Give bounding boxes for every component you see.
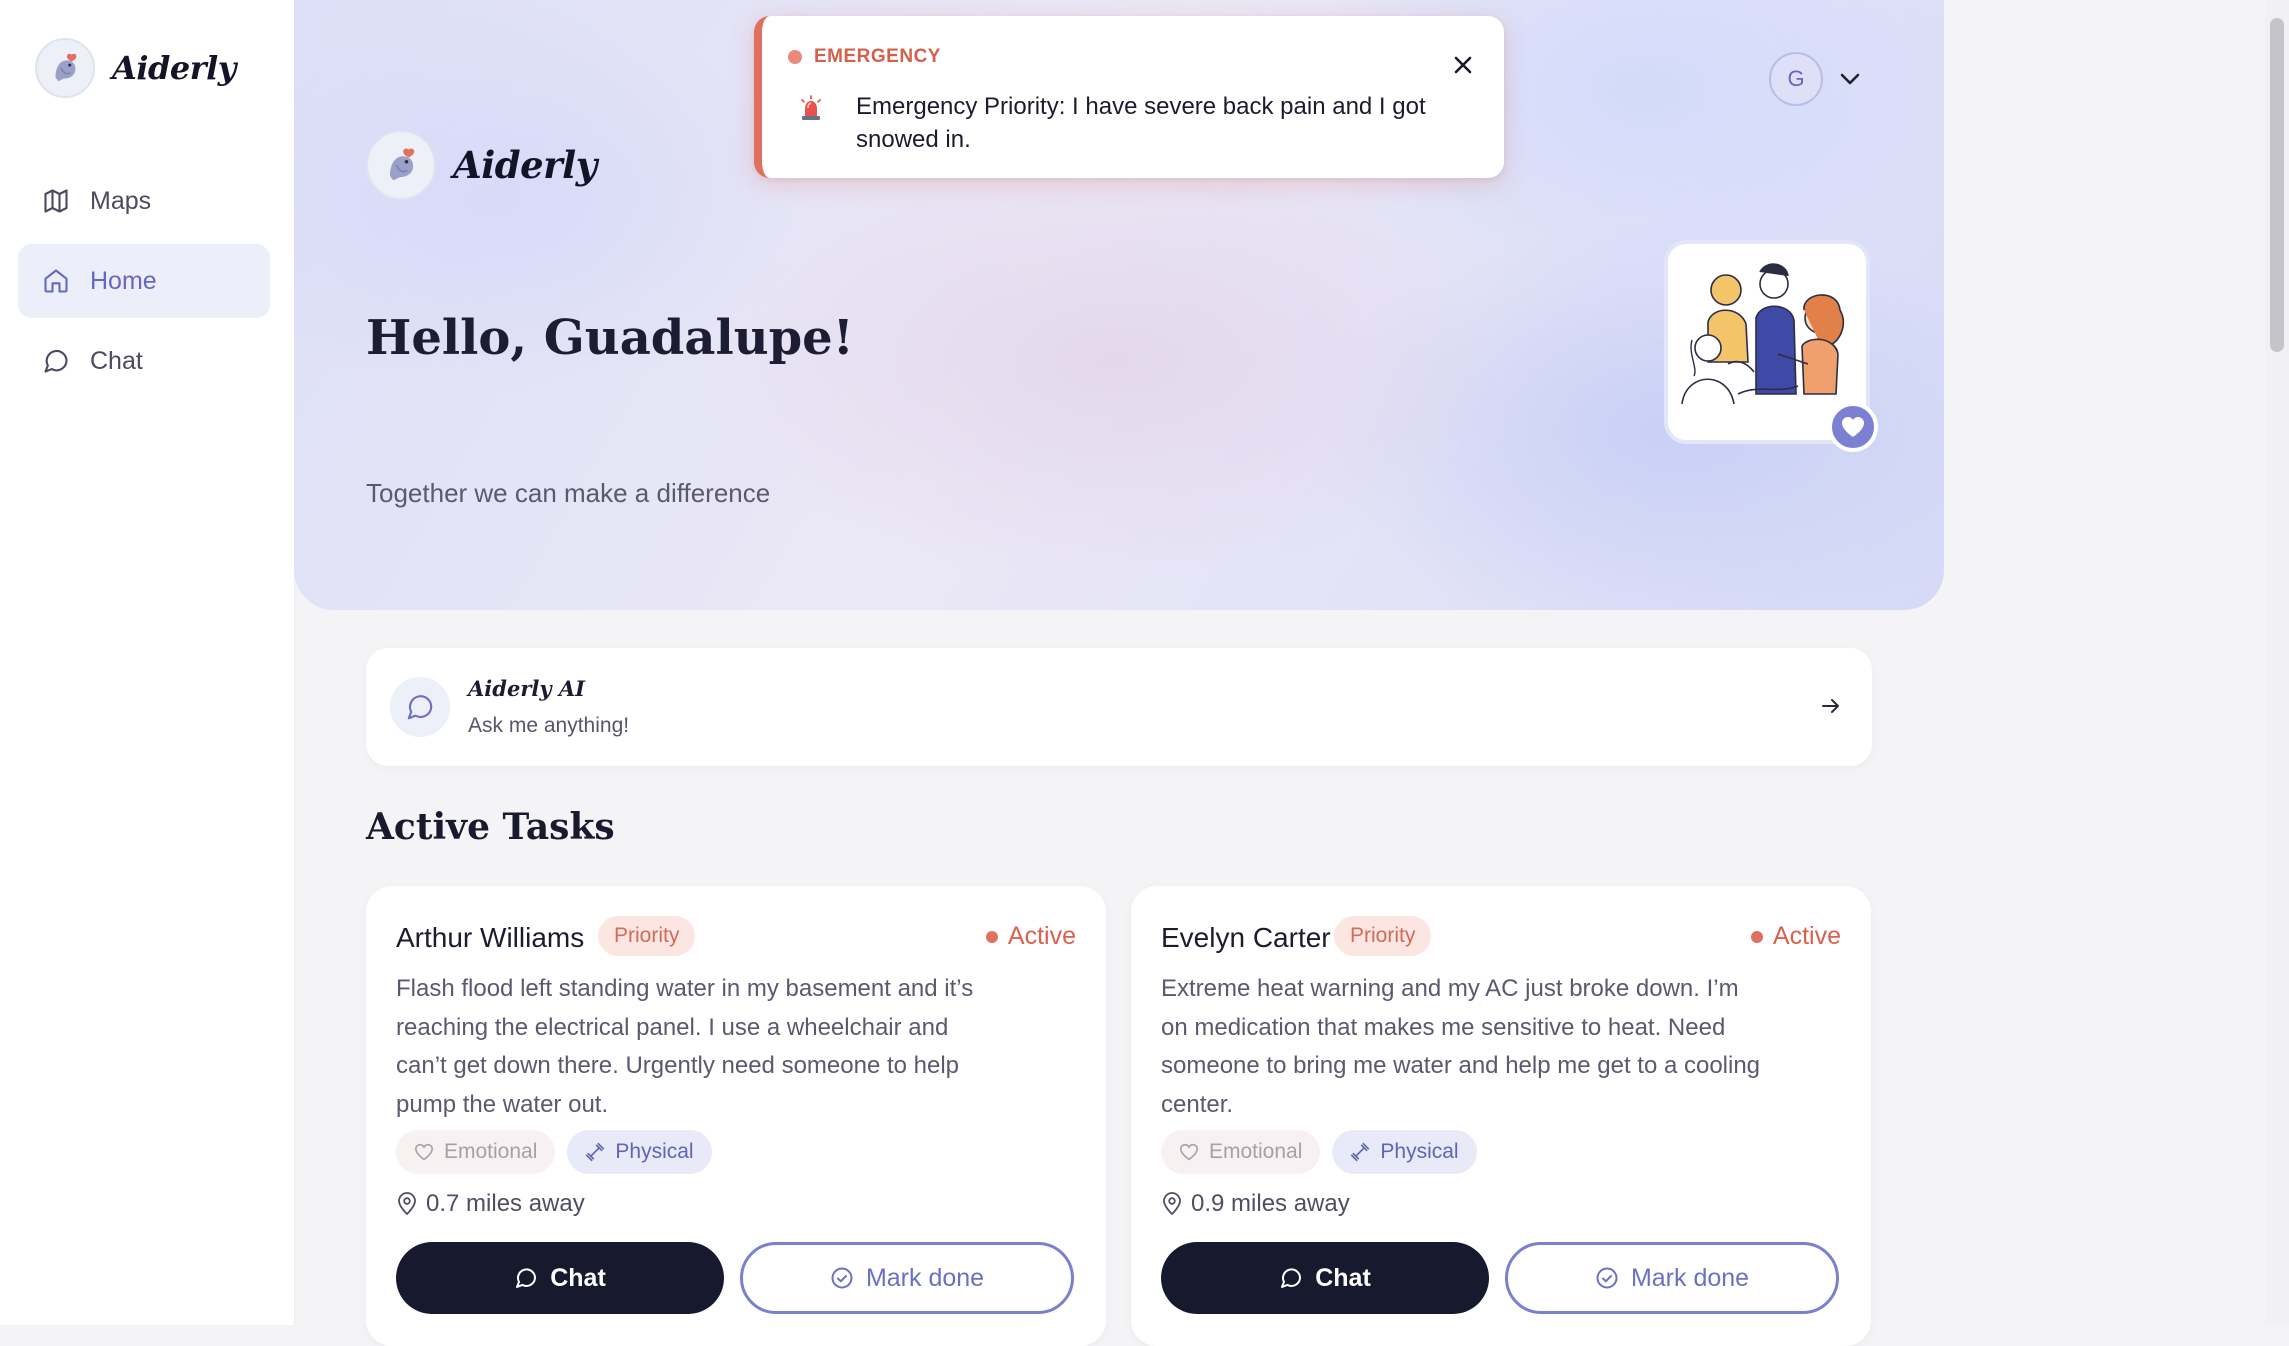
location-pin-icon [398,1192,416,1216]
chat-bubble-icon [1281,1268,1302,1288]
avatar[interactable]: G [1769,52,1823,106]
tag-label: Physical [615,1140,694,1163]
arrow-right-icon[interactable] [1820,695,1842,722]
sidebar-item-maps[interactable]: Maps [18,164,270,238]
dumbbell-icon [1351,1142,1370,1162]
sidebar-item-label: Chat [90,346,143,375]
ai-card-subtitle: Ask me anything! [468,714,630,737]
bird-logo-icon [366,130,436,200]
location-pin-icon [1163,1192,1181,1216]
section-title: Active Tasks [366,806,615,848]
mark-done-button[interactable]: Mark done [1505,1242,1839,1314]
sidebar: Aiderly Maps Home Chat [0,0,295,1325]
chat-button[interactable]: Chat [396,1242,724,1314]
heart-outline-icon [414,1143,434,1161]
task-description: Extreme heat warning and my AC just brok… [1161,975,1761,1118]
toast-header: EMERGENCY [788,46,941,68]
task-distance: 0.7 miles away [396,1190,585,1218]
requester-name: Evelyn Carter [1161,922,1331,953]
close-icon[interactable] [1454,56,1472,74]
status-indicator: Active [985,922,1076,951]
status-label: Active [1007,922,1076,950]
tag-emotional: Emotional [396,1130,556,1174]
dumbbell-icon [586,1142,605,1162]
heart-icon [1842,417,1864,437]
task-description: Flash flood left standing water in my ba… [396,975,974,1118]
bird-logo-icon [35,38,95,98]
sidebar-item-label: Maps [90,186,152,215]
chat-bubble-icon [516,1268,537,1288]
chat-bubble-icon [390,677,450,737]
sidebar-nav: Maps Home Chat [18,164,270,404]
distance-label: 0.7 miles away [426,1190,585,1217]
tagline: Together we can make a difference [366,478,771,508]
status-dot [1750,930,1763,943]
heart-badge [1828,402,1878,452]
ai-card-title: Aiderly AI [468,676,585,701]
brand-name: Aiderly [112,49,236,87]
close-button[interactable] [1454,56,1472,79]
sidebar-item-home[interactable]: Home [18,244,270,318]
toast-message: Emergency Priority: I have severe back p… [856,93,1426,153]
status-label: Active [1772,922,1841,950]
heart-outline-icon [1179,1143,1199,1161]
task-distance: 0.9 miles away [1161,1190,1350,1218]
chevron-down-icon[interactable] [1839,72,1861,86]
map-icon [44,189,68,213]
check-circle-icon [831,1267,853,1289]
tag-label: Emotional [444,1140,538,1163]
friends-illustration [1664,240,1878,452]
chat-bubble-icon [44,349,68,373]
distance-label: 0.9 miles away [1191,1190,1350,1217]
priority-badge: Priority [598,916,696,956]
button-label: Mark done [865,1263,985,1292]
requester-name: Arthur Williams [396,922,585,953]
mark-done-button[interactable]: Mark done [740,1242,1074,1314]
tag-emotional: Emotional [1161,1130,1321,1174]
status-dot [985,930,998,943]
button-label: Chat [550,1263,606,1292]
sidebar-item-chat[interactable]: Chat [18,324,270,398]
status-dot [788,50,802,64]
button-label: Mark done [1630,1263,1750,1292]
chat-button[interactable]: Chat [1161,1242,1489,1314]
tag-label: Emotional [1209,1140,1303,1163]
priority-badge: Priority [1334,916,1432,956]
task-card: Arthur Williams Priority Active Flash fl… [366,886,1106,1346]
ai-assistant-card[interactable]: Aiderly AI Ask me anything! [366,648,1872,766]
hero-brand: Aiderly [366,130,597,200]
user-menu[interactable]: G [1769,52,1861,106]
brand-name: Aiderly [453,143,597,187]
tag-physical: Physical [1332,1130,1477,1174]
sidebar-brand[interactable]: Aiderly [35,38,236,98]
greeting-title: Hello, Guadalupe! [366,310,854,366]
tag-label: Physical [1380,1140,1459,1163]
button-label: Chat [1315,1263,1371,1292]
check-circle-icon [1596,1267,1618,1289]
tag-physical: Physical [567,1130,712,1174]
siren-icon [796,94,826,129]
scrollbar[interactable] [2265,0,2289,1325]
sidebar-item-label: Home [90,266,157,295]
task-tags: Emotional Physical [396,1130,724,1174]
task-card: Evelyn Carter Priority Active Extreme he… [1131,886,1871,1346]
task-tags: Emotional Physical [1161,1130,1489,1174]
toast-label: EMERGENCY [814,46,941,67]
scrollbar-thumb[interactable] [2270,18,2284,352]
home-icon [44,269,68,293]
status-indicator: Active [1750,922,1841,951]
emergency-toast: EMERGENCY Emergency Priority: I have sev… [754,16,1504,178]
